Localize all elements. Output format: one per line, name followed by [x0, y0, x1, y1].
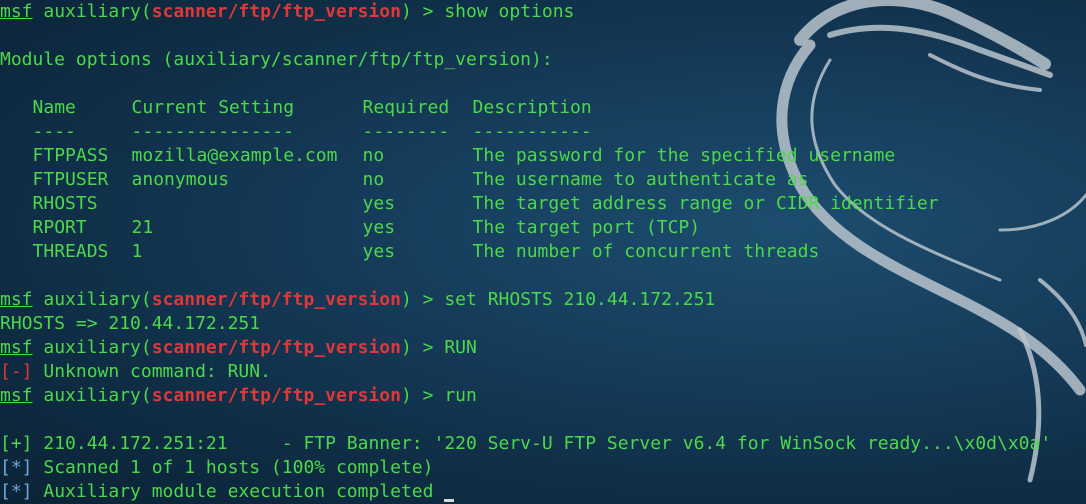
text-cursor	[444, 499, 455, 502]
column-underline: ----	[32, 121, 76, 142]
column-underline: ---------------	[131, 121, 295, 142]
table-row: RHOSTS yes The target address range or CID…	[0, 192, 1086, 216]
option-description: The target port (TCP)	[472, 217, 701, 238]
column-header: Description	[472, 97, 592, 118]
completed-text: Auxiliary module execution completed	[32, 481, 445, 502]
option-name: FTPUSER	[32, 169, 109, 190]
column-underline: -----------	[472, 121, 592, 142]
error-tag: [-]	[0, 361, 33, 382]
module-options-header: Module options (auxiliary/scanner/ftp/ft…	[0, 49, 553, 70]
module-path: scanner/ftp/ftp_version	[151, 289, 401, 310]
prompt-line: msf auxiliary(scanner/ftp/ftp_version) >…	[0, 0, 1086, 24]
table-row: FTPUSER anonymous no The username to authen…	[0, 168, 1086, 192]
column-header: Required	[362, 97, 450, 118]
table-underline-row: ---- --------------- -------- -----------	[0, 120, 1086, 144]
option-setting: 21	[131, 217, 154, 238]
option-name: FTPPASS	[32, 145, 109, 166]
option-setting: mozilla@example.com	[131, 145, 338, 166]
info-line: [*] Scanned 1 of 1 hosts (100% complete)	[0, 456, 1086, 480]
table-header-row: Name Current Setting Required Description	[0, 96, 1086, 120]
option-name: RPORT	[32, 217, 87, 238]
info-tag: [*]	[0, 481, 33, 502]
info-tag: [*]	[0, 457, 33, 478]
table-row: RPORT 21 yes The target port (TCP)	[0, 216, 1086, 240]
prompt-word: auxiliary(	[32, 385, 152, 406]
ftp-banner-text: 210.44.172.251:21 - FTP Banner: '220 Ser…	[32, 433, 1052, 454]
option-description: The username to authenticate as	[472, 169, 809, 190]
output-line: RHOSTS => 210.44.172.251	[0, 313, 261, 334]
command-text: show options	[444, 1, 575, 22]
prompt-close: ) >	[400, 289, 445, 310]
table-row: FTPPASS mozilla@example.com no The password…	[0, 144, 1086, 168]
option-required: yes	[362, 241, 396, 262]
option-name: THREADS	[32, 241, 109, 262]
prompt-word: auxiliary(	[32, 289, 152, 310]
column-header: Name	[32, 97, 76, 118]
module-path: scanner/ftp/ftp_version	[151, 337, 401, 358]
option-description: The password for the specified username	[472, 145, 896, 166]
prompt-close: ) >	[400, 337, 445, 358]
prompt-line: msf auxiliary(scanner/ftp/ftp_version) >…	[0, 288, 1086, 312]
terminal-window[interactable]: msf auxiliary(scanner/ftp/ftp_version) >…	[0, 0, 1086, 504]
scanned-text: Scanned 1 of 1 hosts (100% complete)	[32, 457, 434, 478]
module-path: scanner/ftp/ftp_version	[151, 1, 401, 22]
command-text: RUN	[444, 337, 477, 358]
prompt-close: ) >	[400, 1, 445, 22]
option-name: RHOSTS	[32, 193, 98, 214]
msf-prompt: msf	[0, 337, 33, 358]
option-required: yes	[362, 193, 396, 214]
prompt-line: msf auxiliary(scanner/ftp/ftp_version) >…	[0, 336, 1086, 360]
msf-prompt: msf	[0, 385, 33, 406]
msf-prompt: msf	[0, 289, 33, 310]
column-header: Current Setting	[131, 97, 295, 118]
prompt-word: auxiliary(	[32, 337, 152, 358]
success-tag: [+]	[0, 433, 33, 454]
info-line: [*] Auxiliary module execution completed	[0, 480, 1086, 504]
option-description: The target address range or CIDR identif…	[472, 193, 939, 214]
option-setting: 1	[131, 241, 143, 262]
option-required: no	[362, 145, 385, 166]
option-description: The number of concurrent threads	[472, 241, 820, 262]
prompt-close: ) >	[400, 385, 445, 406]
option-required: yes	[362, 217, 396, 238]
command-text: set RHOSTS 210.44.172.251	[444, 289, 716, 310]
table-row: THREADS 1 yes The number of concurrent thre…	[0, 240, 1086, 264]
error-text: Unknown command: RUN.	[32, 361, 271, 382]
column-underline: --------	[362, 121, 450, 142]
prompt-word: auxiliary(	[32, 1, 152, 22]
success-line: [+] 210.44.172.251:21 - FTP Banner: '220…	[0, 432, 1086, 456]
module-path: scanner/ftp/ftp_version	[151, 385, 401, 406]
msf-prompt: msf	[0, 1, 33, 22]
option-setting: anonymous	[131, 169, 230, 190]
command-text: run	[444, 385, 477, 406]
prompt-line: msf auxiliary(scanner/ftp/ftp_version) >…	[0, 384, 1086, 408]
option-required: no	[362, 169, 385, 190]
error-line: [-] Unknown command: RUN.	[0, 360, 1086, 384]
